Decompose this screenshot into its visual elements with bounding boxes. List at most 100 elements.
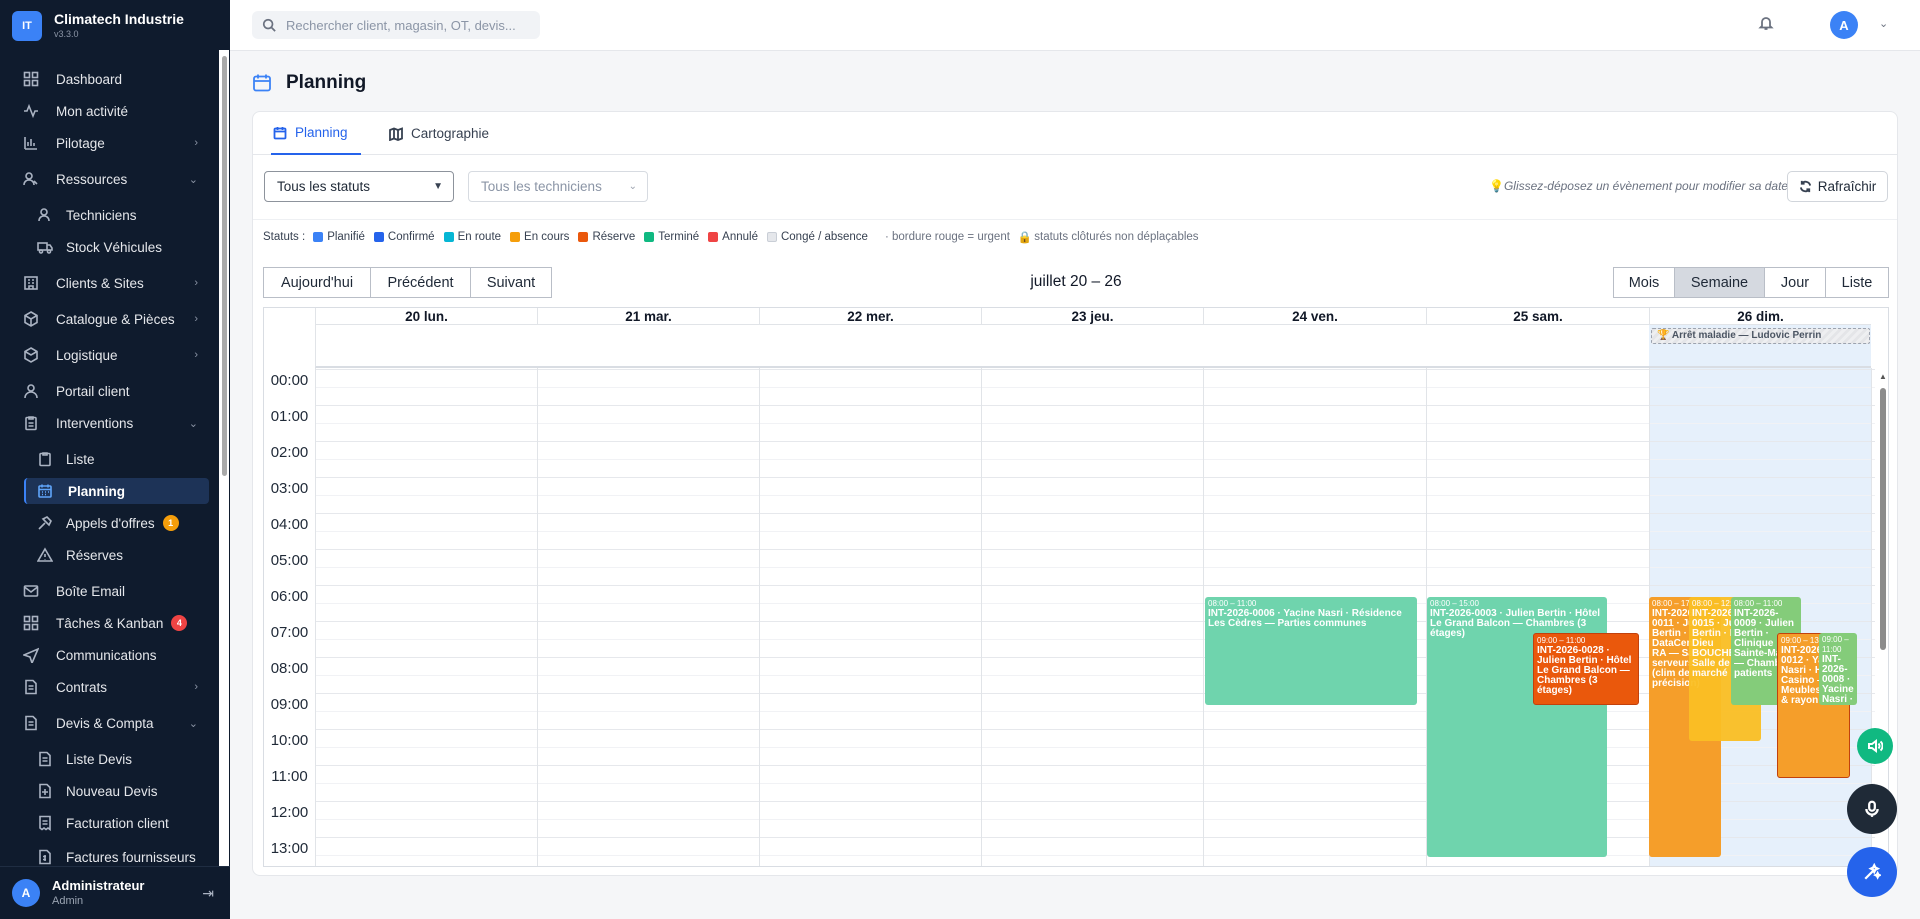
sidebar-item-label: Planning bbox=[68, 483, 125, 499]
sidebar-item-ressources[interactable]: Ressources ⌄ bbox=[10, 166, 210, 192]
sidebar-item-logistique[interactable]: Logistique › bbox=[10, 342, 210, 368]
sidebar-item-factures-fournisseurs[interactable]: Factures fournisseurs bbox=[10, 844, 210, 866]
calendar-event[interactable]: 08:00 – 11:00 INT-2026-0006 · Yacine Nasr… bbox=[1205, 597, 1417, 705]
clipboard-icon bbox=[22, 414, 40, 432]
dashboard-icon bbox=[22, 70, 40, 88]
today-button[interactable]: Aujourd'hui bbox=[263, 267, 371, 298]
refresh-button[interactable]: Rafraîchir bbox=[1787, 171, 1888, 202]
sidebar-item-liste[interactable]: Liste bbox=[10, 446, 210, 472]
search-input[interactable] bbox=[286, 17, 526, 33]
time-label: 13:00 bbox=[270, 840, 309, 857]
day-column-line bbox=[981, 368, 982, 866]
sidebar-item-nouveau-devis[interactable]: Nouveau Devis bbox=[10, 778, 210, 804]
tab-planning[interactable]: Planning bbox=[271, 112, 361, 155]
speaker-icon bbox=[1868, 739, 1883, 753]
technician-select[interactable]: Tous les techniciens ⌄ bbox=[468, 171, 648, 202]
time-label: 12:00 bbox=[270, 804, 309, 821]
sidebar-item-facturation-client[interactable]: Facturation client bbox=[10, 810, 210, 836]
gavel-icon bbox=[36, 514, 54, 532]
bell-icon[interactable] bbox=[1758, 15, 1776, 33]
half-hour-line bbox=[315, 675, 1875, 676]
user-role: Admin bbox=[52, 895, 84, 907]
time-label: 00:00 bbox=[270, 372, 309, 389]
lock-icon: 🔒 bbox=[1017, 232, 1033, 244]
sidebar-item-liste-devis[interactable]: Liste Devis bbox=[10, 746, 210, 772]
time-label: 05:00 bbox=[270, 552, 309, 569]
half-hour-line bbox=[315, 567, 1875, 568]
sidebar-item-dashboard[interactable]: Dashboard bbox=[10, 66, 210, 92]
calendar-body: 20 lun. 21 mar. 22 mer. 23 jeu. 24 ven. … bbox=[264, 308, 1888, 866]
half-hour-line bbox=[315, 819, 1875, 820]
legend-label: Congé / absence bbox=[780, 231, 868, 243]
user-name: Administrateur bbox=[52, 878, 145, 893]
legend-item: Terminé bbox=[644, 231, 699, 243]
tab-label: Cartographie bbox=[411, 126, 490, 141]
scroll-up-icon[interactable]: ▲ bbox=[1879, 372, 1887, 381]
sidebar-item-interventions[interactable]: Interventions ⌄ bbox=[10, 410, 210, 436]
lightbulb-icon: 💡 bbox=[1489, 179, 1504, 193]
sidebar-item-planning[interactable]: Planning bbox=[24, 478, 209, 504]
sidebar-item-clients-sites[interactable]: Clients & Sites › bbox=[10, 270, 210, 296]
calendar-event[interactable]: 09:00 – 11:00 INT-2026-0028 · Julien Bert… bbox=[1533, 633, 1639, 705]
legend-swatch bbox=[766, 232, 777, 242]
search-box[interactable] bbox=[252, 11, 540, 39]
previous-button[interactable]: Précédent bbox=[371, 267, 471, 298]
next-button[interactable]: Suivant bbox=[471, 267, 552, 298]
view-list-button[interactable]: Liste bbox=[1826, 267, 1889, 298]
ai-assistant-button[interactable] bbox=[1847, 847, 1897, 897]
sidebar-item-catalogue[interactable]: Catalogue & Pièces › bbox=[10, 306, 210, 332]
absence-event[interactable]: 🏆 Arrêt maladie — Ludovic Perrin bbox=[1651, 328, 1870, 344]
time-label: 06:00 bbox=[270, 588, 309, 605]
status-select[interactable]: Tous les statuts ▼ bbox=[264, 171, 454, 202]
sidebar-item-boite-email[interactable]: Boîte Email bbox=[10, 578, 210, 604]
status-select-value: Tous les statuts bbox=[277, 179, 371, 194]
chevron-down-icon: ▼ bbox=[433, 181, 443, 192]
sidebar-item-label: Boîte Email bbox=[56, 583, 126, 599]
sidebar-item-label: Appels d'offres bbox=[66, 515, 155, 531]
sidebar-item-devis-compta[interactable]: Devis & Compta ⌄ bbox=[10, 710, 210, 736]
event-title: INT-2026-0006 · Yacine Nasri · Résidence… bbox=[1208, 608, 1402, 629]
sidebar-item-reserves[interactable]: Réserves bbox=[10, 542, 210, 568]
bar-chart-icon bbox=[22, 134, 40, 152]
sidebar-item-taches-kanban[interactable]: Tâches & Kanban 4 bbox=[10, 610, 210, 636]
sidebar-item-label: Facturation client bbox=[66, 815, 169, 831]
sidebar-item-contrats[interactable]: Contrats › bbox=[10, 674, 210, 700]
calendar-event[interactable]: 09:00 – 11:00 INT-2026-0008 · Yacine Nasr… bbox=[1819, 633, 1857, 705]
half-hour-line bbox=[315, 531, 1875, 532]
sidebar-item-mon-activite[interactable]: Mon activité bbox=[10, 98, 210, 124]
sidebar-item-portail-client[interactable]: Portail client bbox=[10, 378, 210, 404]
user-profile[interactable]: A Administrateur Admin ⇥ bbox=[0, 866, 230, 919]
sidebar-scrollbar-thumb[interactable] bbox=[222, 56, 227, 476]
legend-urgent-note: · bordure rouge = urgent bbox=[884, 231, 1010, 243]
legend-swatch bbox=[313, 232, 324, 242]
appels-offres-badge: 1 bbox=[162, 515, 179, 531]
sidebar-item-label: Techniciens bbox=[66, 207, 137, 223]
sidebar-item-techniciens[interactable]: Techniciens bbox=[10, 202, 210, 228]
hour-line bbox=[315, 801, 1875, 802]
view-day-button[interactable]: Jour bbox=[1765, 267, 1826, 298]
user-avatar-button[interactable]: A bbox=[1830, 11, 1858, 39]
half-hour-line bbox=[315, 855, 1875, 856]
legend-closed-note: statuts clôturés non déplaçables bbox=[1034, 231, 1199, 243]
tab-cartographie[interactable]: Cartographie bbox=[389, 112, 489, 155]
building-icon bbox=[22, 274, 40, 292]
sidebar-item-label: Dashboard bbox=[56, 71, 123, 87]
sidebar-item-appels-offres[interactable]: Appels d'offres 1 bbox=[10, 510, 210, 536]
sidebar-item-communications[interactable]: Communications bbox=[10, 642, 210, 668]
view-month-button[interactable]: Mois bbox=[1613, 267, 1675, 298]
microphone-button[interactable] bbox=[1847, 784, 1897, 834]
sidebar-item-label: Clients & Sites bbox=[56, 275, 144, 291]
voice-playback-button[interactable] bbox=[1857, 728, 1893, 764]
hour-line bbox=[315, 693, 1875, 694]
logout-icon[interactable]: ⇥ bbox=[202, 885, 214, 902]
view-week-button[interactable]: Semaine bbox=[1675, 267, 1765, 298]
calendar-scrollbar-thumb[interactable] bbox=[1880, 388, 1886, 650]
brand[interactable]: IT Climatech Industrie v3.3.0 bbox=[12, 10, 184, 42]
sidebar-item-stock-vehicules[interactable]: Stock Véhicules bbox=[10, 234, 210, 260]
sidebar-item-pilotage[interactable]: Pilotage › bbox=[10, 130, 210, 156]
tab-label: Planning bbox=[295, 125, 348, 140]
day-column-line bbox=[1203, 368, 1204, 866]
legend-swatch bbox=[510, 232, 521, 242]
hour-line bbox=[315, 585, 1875, 586]
chevron-down-icon[interactable]: ⌄ bbox=[1879, 17, 1888, 30]
